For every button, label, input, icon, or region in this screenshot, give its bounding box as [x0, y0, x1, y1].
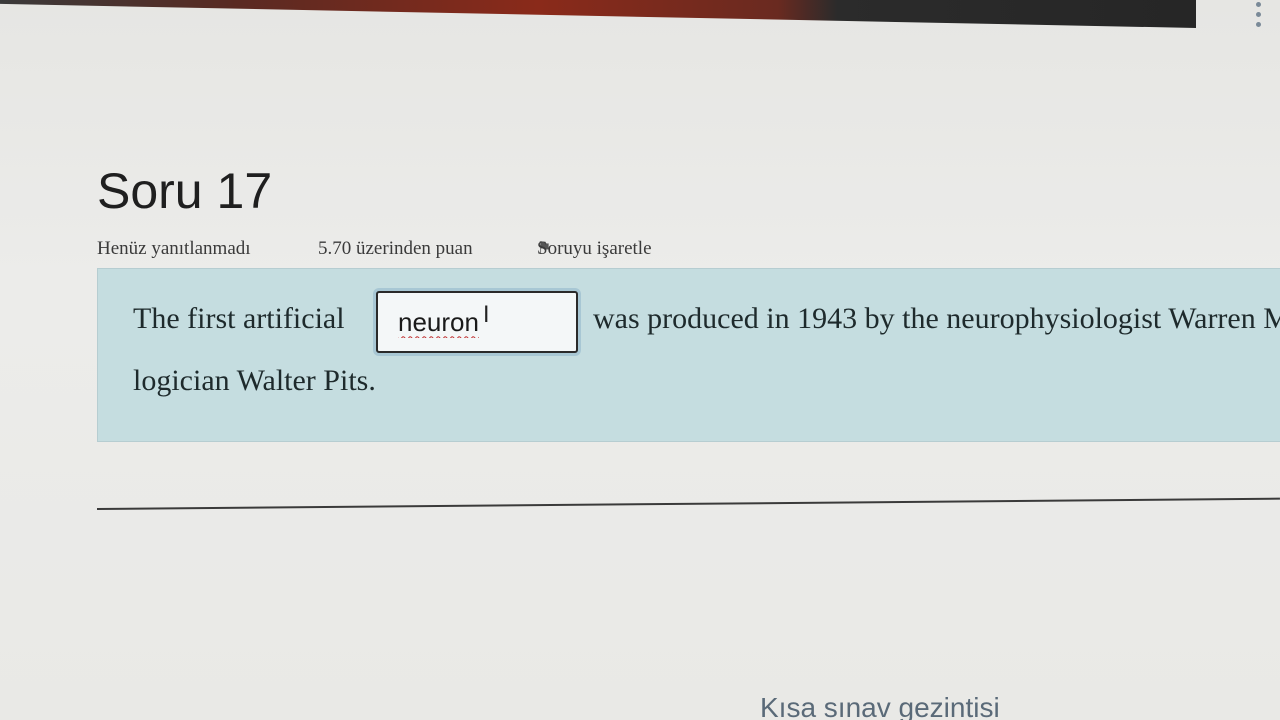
question-status: Henüz yanıtlanmadı	[97, 238, 251, 259]
question-title: Soru 17	[97, 163, 273, 219]
browser-top-strip	[0, 0, 1196, 28]
question-text-after: was produced in 1943 by the neurophysiol…	[593, 302, 1280, 335]
quiz-navigation-heading: Kısa sınav gezintisi	[760, 692, 1000, 720]
question-grade: 5.70 üzerinden puan	[318, 238, 473, 259]
answer-input[interactable]	[376, 291, 578, 353]
more-menu-icon[interactable]	[1254, 0, 1262, 34]
flag-question-label: Soruyu işaretle	[537, 238, 652, 259]
i-beam-cursor-icon: I	[483, 303, 490, 328]
question-text-before: The first artificial	[133, 302, 345, 335]
section-divider	[96, 497, 1280, 510]
question-content: The first artificial I was produced in 1…	[97, 268, 1280, 442]
question-text-line2: logician Walter Pits.	[133, 364, 376, 397]
